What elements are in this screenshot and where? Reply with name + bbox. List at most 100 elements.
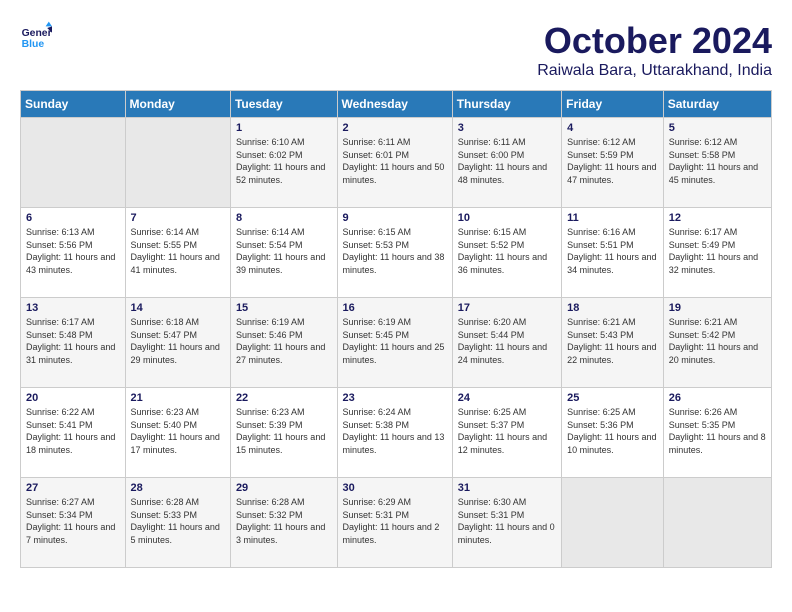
calendar-cell: 18 Sunrise: 6:21 AM Sunset: 5:43 PM Dayli… (562, 298, 664, 388)
day-number: 7 (131, 212, 225, 224)
day-number: 5 (669, 122, 766, 134)
day-number: 29 (236, 482, 332, 494)
day-info: Sunrise: 6:29 AM Sunset: 5:31 PM Dayligh… (343, 496, 447, 546)
day-number: 22 (236, 392, 332, 404)
calendar-cell: 31Sunrise: 6:30 AM Sunset: 5:31 PM Dayli… (452, 478, 561, 568)
day-info: Sunrise: 6:10 AM Sunset: 6:02 PM Dayligh… (236, 136, 332, 186)
day-info: Sunrise: 6:22 AM Sunset: 5:41 PM Dayligh… (26, 406, 120, 456)
day-number: 13 (26, 302, 120, 314)
day-info: Sunrise: 6:24 AM Sunset: 5:38 PM Dayligh… (343, 406, 447, 456)
calendar-cell: 15 Sunrise: 6:19 AM Sunset: 5:46 PM Dayli… (230, 298, 337, 388)
calendar-cell: 28 Sunrise: 6:28 AM Sunset: 5:33 PM Dayli… (125, 478, 230, 568)
day-number: 26 (669, 392, 766, 404)
calendar-cell: 17 Sunrise: 6:20 AM Sunset: 5:44 PM Dayli… (452, 298, 561, 388)
day-info: Sunrise: 6:15 AM Sunset: 5:53 PM Dayligh… (343, 226, 447, 276)
day-info: Sunrise: 6:17 AM Sunset: 5:49 PM Dayligh… (669, 226, 766, 276)
calendar-cell: 12Sunrise: 6:17 AM Sunset: 5:49 PM Dayli… (663, 208, 771, 298)
calendar-cell: 29 Sunrise: 6:28 AM Sunset: 5:32 PM Dayli… (230, 478, 337, 568)
calendar-cell: 8Sunrise: 6:14 AM Sunset: 5:54 PM Daylig… (230, 208, 337, 298)
calendar-cell: 24 Sunrise: 6:25 AM Sunset: 5:37 PM Dayli… (452, 388, 561, 478)
day-header-saturday: Saturday (663, 91, 771, 118)
calendar-cell: 13Sunrise: 6:17 AM Sunset: 5:48 PM Dayli… (21, 298, 126, 388)
calendar-cell: 21Sunrise: 6:23 AM Sunset: 5:40 PM Dayli… (125, 388, 230, 478)
day-number: 2 (343, 122, 447, 134)
day-info: Sunrise: 6:20 AM Sunset: 5:44 PM Dayligh… (458, 316, 556, 366)
day-info: Sunrise: 6:16 AM Sunset: 5:51 PM Dayligh… (567, 226, 658, 276)
day-number: 31 (458, 482, 556, 494)
day-number: 18 (567, 302, 658, 314)
calendar-table: SundayMondayTuesdayWednesdayThursdayFrid… (20, 90, 772, 568)
day-info: Sunrise: 6:28 AM Sunset: 5:33 PM Dayligh… (131, 496, 225, 546)
day-info: Sunrise: 6:14 AM Sunset: 5:55 PM Dayligh… (131, 226, 225, 276)
page-header: General Blue October 2024 Raiwala Bara, … (20, 20, 772, 80)
calendar-cell: 2 Sunrise: 6:11 AM Sunset: 6:01 PM Daylig… (337, 118, 452, 208)
day-header-monday: Monday (125, 91, 230, 118)
calendar-week-4: 20 Sunrise: 6:22 AM Sunset: 5:41 PM Dayli… (21, 388, 772, 478)
calendar-cell: 6 Sunrise: 6:13 AM Sunset: 5:56 PM Daylig… (21, 208, 126, 298)
day-number: 28 (131, 482, 225, 494)
logo-icon: General Blue (20, 20, 52, 52)
calendar-cell: 25 Sunrise: 6:25 AM Sunset: 5:36 PM Dayli… (562, 388, 664, 478)
calendar-cell: 30 Sunrise: 6:29 AM Sunset: 5:31 PM Dayli… (337, 478, 452, 568)
calendar-cell (562, 478, 664, 568)
day-info: Sunrise: 6:12 AM Sunset: 5:58 PM Dayligh… (669, 136, 766, 186)
calendar-cell: 23 Sunrise: 6:24 AM Sunset: 5:38 PM Dayli… (337, 388, 452, 478)
day-number: 3 (458, 122, 556, 134)
calendar-cell: 10Sunrise: 6:15 AM Sunset: 5:52 PM Dayli… (452, 208, 561, 298)
day-info: Sunrise: 6:12 AM Sunset: 5:59 PM Dayligh… (567, 136, 658, 186)
day-info: Sunrise: 6:11 AM Sunset: 6:01 PM Dayligh… (343, 136, 447, 186)
calendar-week-1: 1 Sunrise: 6:10 AM Sunset: 6:02 PM Daylig… (21, 118, 772, 208)
calendar-header-row: SundayMondayTuesdayWednesdayThursdayFrid… (21, 91, 772, 118)
day-number: 27 (26, 482, 120, 494)
day-number: 23 (343, 392, 447, 404)
day-info: Sunrise: 6:25 AM Sunset: 5:37 PM Dayligh… (458, 406, 556, 456)
day-number: 15 (236, 302, 332, 314)
calendar-cell: 3Sunrise: 6:11 AM Sunset: 6:00 PM Daylig… (452, 118, 561, 208)
day-info: Sunrise: 6:19 AM Sunset: 5:46 PM Dayligh… (236, 316, 332, 366)
day-number: 16 (343, 302, 447, 314)
calendar-cell: 5 Sunrise: 6:12 AM Sunset: 5:58 PM Daylig… (663, 118, 771, 208)
calendar-week-3: 13Sunrise: 6:17 AM Sunset: 5:48 PM Dayli… (21, 298, 772, 388)
day-info: Sunrise: 6:19 AM Sunset: 5:45 PM Dayligh… (343, 316, 447, 366)
day-info: Sunrise: 6:28 AM Sunset: 5:32 PM Dayligh… (236, 496, 332, 546)
day-info: Sunrise: 6:21 AM Sunset: 5:43 PM Dayligh… (567, 316, 658, 366)
day-header-sunday: Sunday (21, 91, 126, 118)
day-info: Sunrise: 6:26 AM Sunset: 5:35 PM Dayligh… (669, 406, 766, 456)
day-number: 10 (458, 212, 556, 224)
calendar-cell: 16 Sunrise: 6:19 AM Sunset: 5:45 PM Dayli… (337, 298, 452, 388)
day-info: Sunrise: 6:21 AM Sunset: 5:42 PM Dayligh… (669, 316, 766, 366)
day-header-thursday: Thursday (452, 91, 561, 118)
day-number: 30 (343, 482, 447, 494)
calendar-cell: 14Sunrise: 6:18 AM Sunset: 5:47 PM Dayli… (125, 298, 230, 388)
calendar-cell: 9 Sunrise: 6:15 AM Sunset: 5:53 PM Daylig… (337, 208, 452, 298)
calendar-cell: 11 Sunrise: 6:16 AM Sunset: 5:51 PM Dayli… (562, 208, 664, 298)
calendar-cell: 19Sunrise: 6:21 AM Sunset: 5:42 PM Dayli… (663, 298, 771, 388)
month-title: October 2024 (537, 20, 772, 62)
day-number: 17 (458, 302, 556, 314)
calendar-cell (125, 118, 230, 208)
location-title: Raiwala Bara, Uttarakhand, India (537, 62, 772, 80)
calendar-cell: 7 Sunrise: 6:14 AM Sunset: 5:55 PM Daylig… (125, 208, 230, 298)
day-number: 11 (567, 212, 658, 224)
day-number: 20 (26, 392, 120, 404)
title-block: October 2024 Raiwala Bara, Uttarakhand, … (537, 20, 772, 80)
calendar-cell: 4 Sunrise: 6:12 AM Sunset: 5:59 PM Daylig… (562, 118, 664, 208)
calendar-cell (663, 478, 771, 568)
day-header-tuesday: Tuesday (230, 91, 337, 118)
day-number: 1 (236, 122, 332, 134)
day-info: Sunrise: 6:25 AM Sunset: 5:36 PM Dayligh… (567, 406, 658, 456)
day-number: 24 (458, 392, 556, 404)
day-info: Sunrise: 6:14 AM Sunset: 5:54 PM Dayligh… (236, 226, 332, 276)
day-info: Sunrise: 6:27 AM Sunset: 5:34 PM Dayligh… (26, 496, 120, 546)
day-number: 25 (567, 392, 658, 404)
day-number: 9 (343, 212, 447, 224)
day-number: 6 (26, 212, 120, 224)
day-number: 4 (567, 122, 658, 134)
calendar-week-5: 27 Sunrise: 6:27 AM Sunset: 5:34 PM Dayli… (21, 478, 772, 568)
calendar-week-2: 6 Sunrise: 6:13 AM Sunset: 5:56 PM Daylig… (21, 208, 772, 298)
day-info: Sunrise: 6:13 AM Sunset: 5:56 PM Dayligh… (26, 226, 120, 276)
day-header-wednesday: Wednesday (337, 91, 452, 118)
logo: General Blue (20, 20, 52, 52)
day-number: 21 (131, 392, 225, 404)
calendar-cell: 1 Sunrise: 6:10 AM Sunset: 6:02 PM Daylig… (230, 118, 337, 208)
